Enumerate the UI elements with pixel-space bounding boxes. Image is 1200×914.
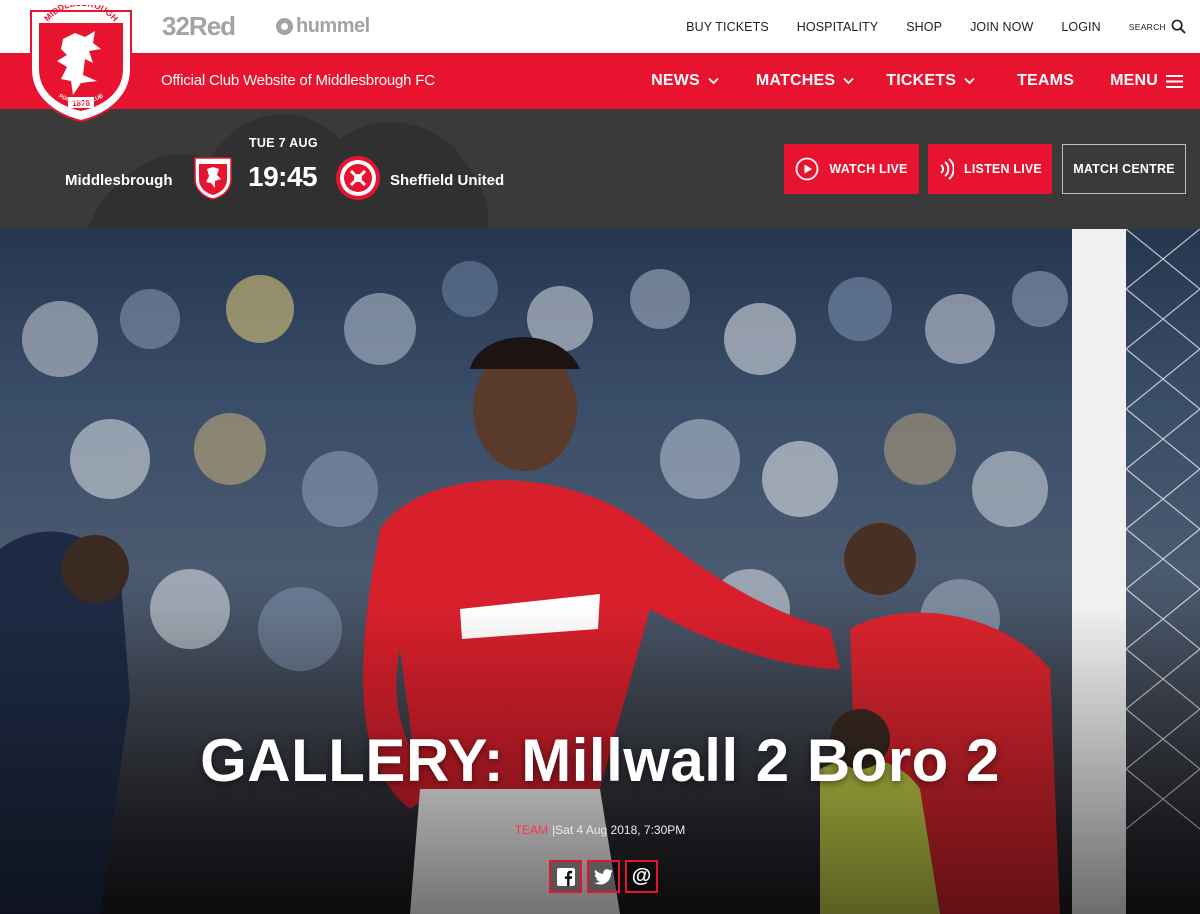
top-bar: 32Red hummel BUY TICKETS HOSPITALITY SHO… — [0, 0, 1200, 53]
article-title: GALLERY: Millwall 2 Boro 2 — [200, 727, 1000, 794]
share-buttons: @ — [549, 860, 658, 893]
hospitality-link[interactable]: HOSPITALITY — [797, 20, 878, 34]
utility-links: BUY TICKETS HOSPITALITY SHOP JOIN NOW LO… — [686, 0, 1200, 53]
twitter-icon — [594, 868, 613, 885]
share-twitter-button[interactable] — [587, 860, 620, 893]
nav-matches[interactable]: MATCHES — [756, 72, 854, 90]
buy-tickets-link[interactable]: BUY TICKETS — [686, 20, 769, 34]
hamburger-icon — [1166, 74, 1183, 88]
hummel-mark-icon — [276, 18, 293, 35]
nav-matches-label: MATCHES — [755, 72, 836, 89]
nav-tickets-label: TICKETS — [886, 72, 957, 89]
search-label: SEARCH — [1128, 21, 1166, 32]
next-fixture-bar: TUE 7 AUG Middlesbrough 19:45 Sheffield … — [0, 109, 1200, 229]
listen-live-button[interactable]: LISTEN LIVE — [928, 144, 1052, 194]
article-date: |Sat 4 Aug 2018, 7:30PM — [552, 823, 686, 837]
match-centre-button[interactable]: MATCH CENTRE — [1062, 144, 1186, 194]
fixture-date: TUE 7 AUG — [249, 136, 318, 150]
email-icon: @ — [631, 865, 652, 887]
login-link[interactable]: LOGIN — [1061, 20, 1100, 34]
hero-banner: GALLERY: Millwall 2 Boro 2 TEAM |Sat 4 Au… — [0, 229, 1200, 914]
shop-link[interactable]: SHOP — [906, 20, 942, 34]
watch-live-label: WATCH LIVE — [829, 162, 908, 176]
away-team-name[interactable]: Sheffield United — [390, 172, 504, 189]
nav-menu-label: MENU — [1110, 72, 1158, 89]
sponsor-hummel-text: hummel — [296, 15, 370, 37]
nav-tickets[interactable]: TICKETS — [886, 72, 975, 90]
chevron-down-icon — [843, 77, 854, 85]
chevron-down-icon — [708, 77, 719, 85]
chevron-down-icon — [964, 77, 975, 85]
listen-live-label: LISTEN LIVE — [964, 162, 1042, 176]
nav-teams-label: TEAMS — [1017, 72, 1075, 89]
watch-live-button[interactable]: WATCH LIVE — [784, 144, 919, 194]
facebook-icon — [556, 867, 575, 886]
search-icon — [1171, 19, 1186, 34]
nav-items: NEWS MATCHES TICKETS TEAMS MENU — [651, 53, 1200, 109]
nav-news[interactable]: NEWS — [651, 72, 719, 90]
kickoff-time: 19:45 — [248, 161, 318, 192]
share-email-button[interactable]: @ — [625, 860, 658, 893]
nav-teams[interactable]: TEAMS — [1017, 72, 1074, 90]
site-tagline[interactable]: Official Club Website of Middlesbrough F… — [161, 72, 435, 89]
hero-gradient-overlay — [0, 229, 1200, 914]
away-team-crest-icon — [336, 156, 380, 200]
nav-menu[interactable]: MENU — [1110, 72, 1183, 90]
article-category-link[interactable]: TEAM — [515, 823, 548, 837]
audio-waves-icon — [940, 158, 955, 180]
join-now-link[interactable]: JOIN NOW — [970, 20, 1033, 34]
play-icon — [796, 157, 819, 181]
home-team-crest-icon — [194, 157, 232, 200]
share-facebook-button[interactable] — [549, 860, 582, 893]
club-crest-logo[interactable]: MIDDLESBROUGH 1876 FOOTBALL CLUB — [27, 5, 135, 123]
sponsor-32red-logo[interactable]: 32Red — [162, 11, 236, 42]
nav-news-label: NEWS — [651, 72, 700, 89]
main-nav: Official Club Website of Middlesbrough F… — [0, 53, 1200, 109]
search-button[interactable]: SEARCH — [1129, 19, 1186, 34]
article-meta: TEAM |Sat 4 Aug 2018, 7:30PM — [0, 823, 1200, 837]
sponsor-hummel-logo[interactable]: hummel — [276, 15, 370, 38]
home-team-name[interactable]: Middlesbrough — [65, 172, 173, 189]
